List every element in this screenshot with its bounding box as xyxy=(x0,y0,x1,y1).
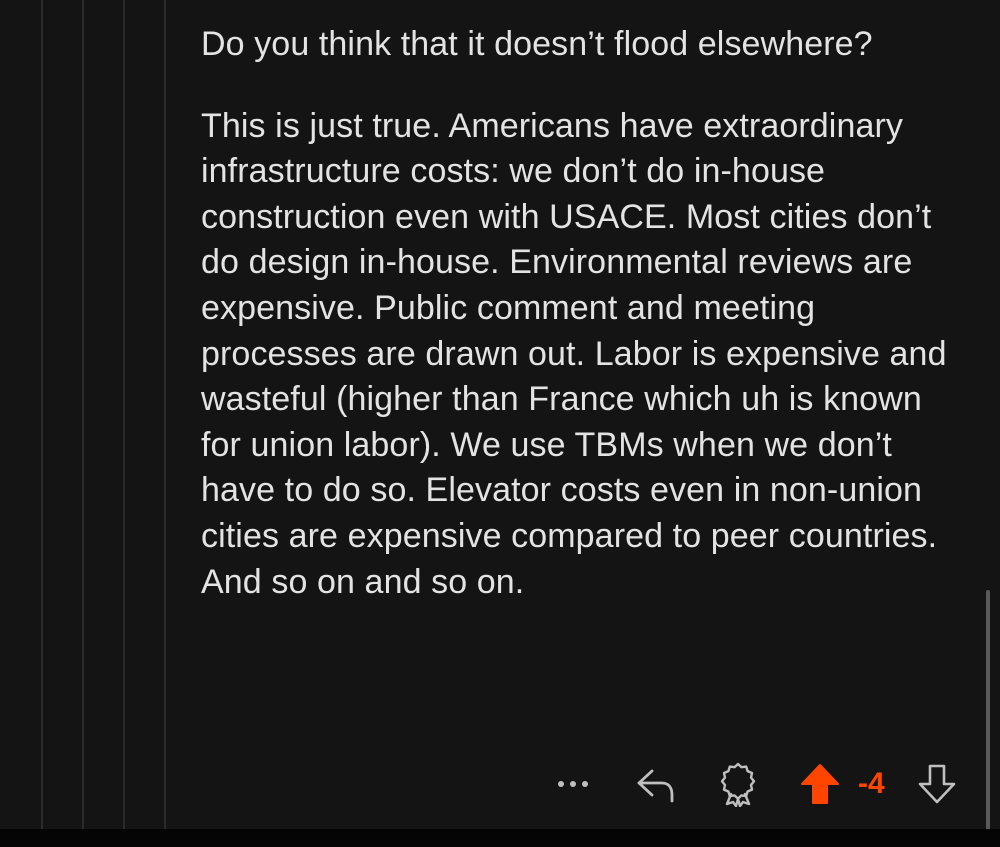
comment-action-bar: -4 xyxy=(0,758,1000,810)
vote-score: -4 xyxy=(858,767,885,800)
bottom-bar xyxy=(0,829,1000,847)
comment-paragraph: This is just true. Americans have extrao… xyxy=(201,106,947,601)
reply-button[interactable] xyxy=(632,758,678,810)
thread-line-2 xyxy=(82,0,84,829)
thread-line-1 xyxy=(41,0,43,829)
downvote-button[interactable] xyxy=(914,758,960,810)
comment-body: Do you think that it doesn’t flood elsew… xyxy=(201,22,971,605)
award-button[interactable] xyxy=(714,758,762,810)
more-options-button[interactable] xyxy=(552,758,594,810)
comment-paragraph: Do you think that it doesn’t flood elsew… xyxy=(201,25,873,63)
thread-line-4 xyxy=(164,0,166,829)
upvote-arrow-icon xyxy=(801,764,839,804)
thread-line-3 xyxy=(123,0,125,829)
more-horizontal-icon xyxy=(558,781,588,787)
reply-arrow-icon xyxy=(637,769,674,803)
award-icon xyxy=(720,762,756,807)
upvote-button[interactable] xyxy=(798,758,842,810)
downvote-arrow-icon xyxy=(918,764,956,804)
